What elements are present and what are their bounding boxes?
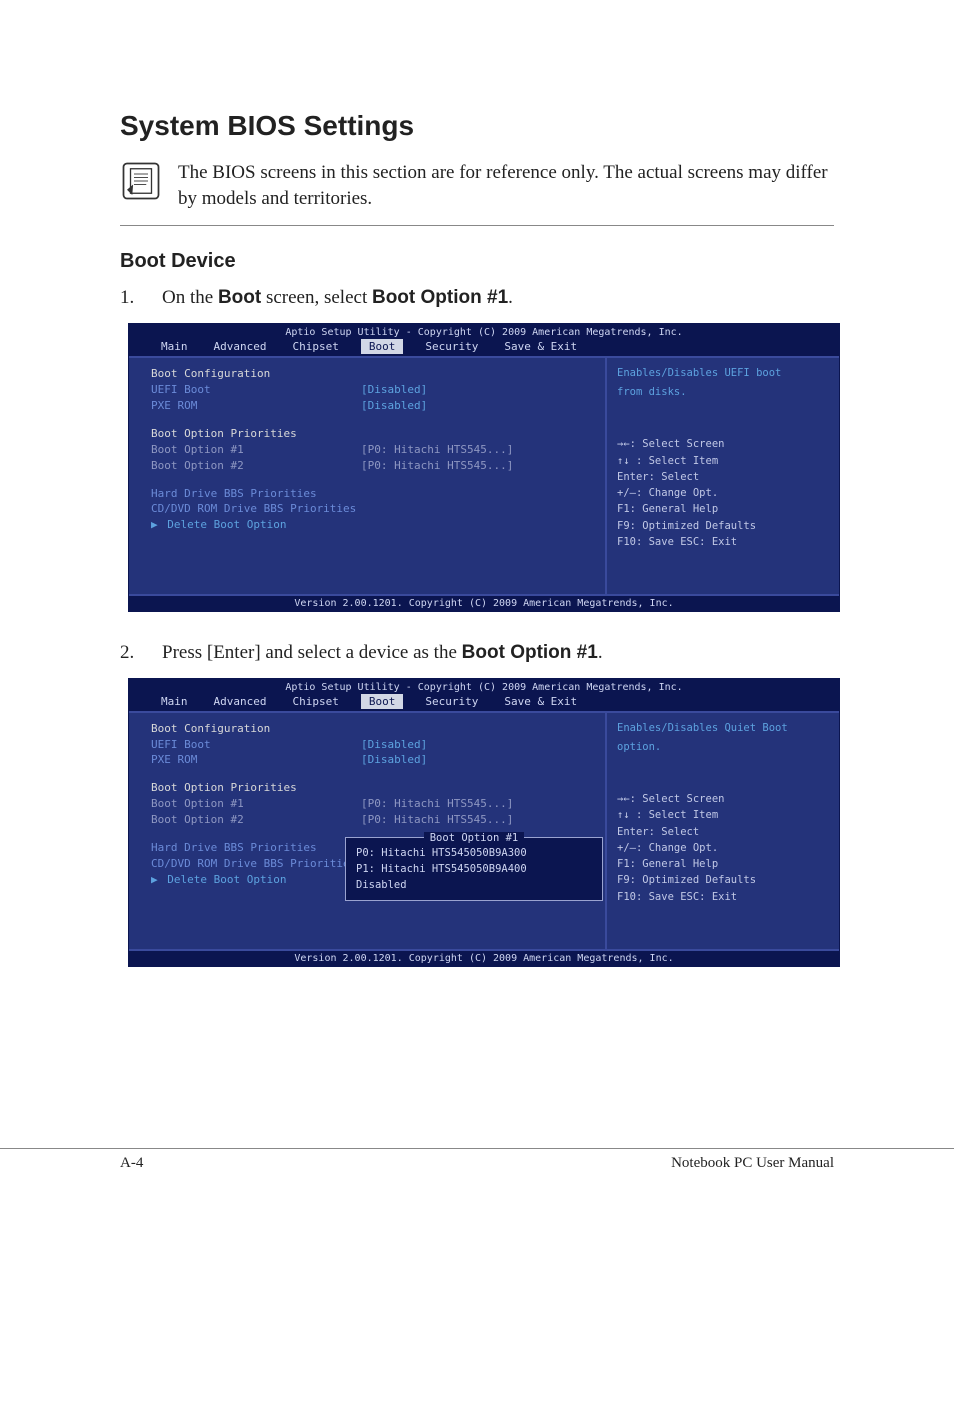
boot-priorities-heading: Boot Option Priorities (151, 780, 587, 796)
tab-advanced[interactable]: Advanced (210, 694, 271, 709)
bios-right-pane: Enables/Disables UEFI boot from disks. →… (605, 358, 839, 594)
delete-boot-option[interactable]: Delete Boot Option (167, 873, 286, 886)
page-footer-right: Notebook PC User Manual (671, 1155, 834, 1172)
tab-save-exit[interactable]: Save & Exit (500, 339, 581, 354)
popup-option-1[interactable]: P0: Hitachi HTS545050B9A300 (356, 846, 592, 862)
bios-header: Aptio Setup Utility - Copyright (C) 2009… (129, 679, 839, 694)
bios-left-pane: Boot Configuration UEFI Boot [Disabled] … (129, 713, 605, 949)
page-footer: A-4 Notebook PC User Manual (0, 1148, 954, 1172)
boot-option-2-label[interactable]: Boot Option #2 (151, 812, 361, 828)
nav-help: →←: Select Screen ↑↓ : Select Item Enter… (617, 791, 829, 905)
boot-option-2-value[interactable]: [P0: Hitachi HTS545...] (361, 458, 513, 474)
bios-header: Aptio Setup Utility - Copyright (C) 2009… (129, 324, 839, 339)
uefi-boot-label[interactable]: UEFI Boot (151, 737, 361, 753)
step-2: 2. Press [Enter] and select a device as … (120, 640, 834, 666)
nav-help: →←: Select Screen ↑↓ : Select Item Enter… (617, 436, 829, 550)
page-footer-left: A-4 (120, 1155, 143, 1172)
bios-left-pane: Boot Configuration UEFI Boot [Disabled] … (129, 358, 605, 594)
popup-option-disabled[interactable]: Disabled (356, 878, 592, 894)
bios-screenshot-2: Aptio Setup Utility - Copyright (C) 2009… (128, 678, 840, 967)
bios-right-pane: Enables/Disables Quiet Boot option. →←: … (605, 713, 839, 949)
help-line-2: option. (617, 740, 829, 755)
popup-option-2[interactable]: P1: Hitachi HTS545050B9A400 (356, 862, 592, 878)
section-title: Boot Device (120, 250, 834, 273)
boot-configuration-heading: Boot Configuration (151, 721, 587, 737)
cddvd-bbs-priorities[interactable]: CD/DVD ROM Drive BBS Priorities (151, 501, 587, 517)
uefi-boot-value[interactable]: [Disabled] (361, 382, 427, 398)
help-line-1: Enables/Disables UEFI boot (617, 366, 829, 381)
tab-boot[interactable]: Boot (361, 339, 404, 354)
tab-main[interactable]: Main (157, 694, 192, 709)
step-text: Press [Enter] and select a device as the… (162, 640, 603, 666)
bios-footer: Version 2.00.1201. Copyright (C) 2009 Am… (129, 594, 839, 611)
boot-option-2-value[interactable]: [P0: Hitachi HTS545...] (361, 812, 513, 828)
help-line-1: Enables/Disables Quiet Boot (617, 721, 829, 736)
pxe-rom-label[interactable]: PXE ROM (151, 398, 361, 414)
step-text: On the Boot screen, select Boot Option #… (162, 285, 513, 311)
step-number: 1. (120, 285, 138, 311)
note-icon (120, 160, 162, 202)
note-block: The BIOS screens in this section are for… (120, 160, 834, 226)
tab-advanced[interactable]: Advanced (210, 339, 271, 354)
tab-security[interactable]: Security (421, 694, 482, 709)
pxe-rom-value[interactable]: [Disabled] (361, 398, 427, 414)
tab-security[interactable]: Security (421, 339, 482, 354)
boot-option-1-value[interactable]: [P0: Hitachi HTS545...] (361, 442, 513, 458)
tab-chipset[interactable]: Chipset (288, 339, 342, 354)
step-number: 2. (120, 640, 138, 666)
tab-boot[interactable]: Boot (361, 694, 404, 709)
delete-boot-arrow-icon: ▶ (151, 873, 158, 886)
boot-option-1-label[interactable]: Boot Option #1 (151, 442, 361, 458)
help-line-2: from disks. (617, 385, 829, 400)
tab-chipset[interactable]: Chipset (288, 694, 342, 709)
delete-boot-arrow-icon: ▶ (151, 518, 158, 531)
tab-main[interactable]: Main (157, 339, 192, 354)
bios-footer: Version 2.00.1201. Copyright (C) 2009 Am… (129, 949, 839, 966)
uefi-boot-label[interactable]: UEFI Boot (151, 382, 361, 398)
bios-screenshot-1: Aptio Setup Utility - Copyright (C) 2009… (128, 323, 840, 612)
bios-tabs: Main Advanced Chipset Boot Security Save… (129, 339, 839, 356)
bios-tabs: Main Advanced Chipset Boot Security Save… (129, 694, 839, 711)
note-text: The BIOS screens in this section are for… (178, 160, 834, 211)
pxe-rom-label[interactable]: PXE ROM (151, 752, 361, 768)
boot-option-2-label[interactable]: Boot Option #2 (151, 458, 361, 474)
boot-option-popup[interactable]: Boot Option #1 P0: Hitachi HTS545050B9A3… (345, 837, 603, 901)
page-title: System BIOS Settings (120, 110, 834, 142)
step-1: 1. On the Boot screen, select Boot Optio… (120, 285, 834, 311)
popup-title: Boot Option #1 (356, 831, 592, 847)
pxe-rom-value[interactable]: [Disabled] (361, 752, 427, 768)
boot-option-1-value[interactable]: [P0: Hitachi HTS545...] (361, 796, 513, 812)
boot-configuration-heading: Boot Configuration (151, 366, 587, 382)
boot-priorities-heading: Boot Option Priorities (151, 426, 587, 442)
hdd-bbs-priorities[interactable]: Hard Drive BBS Priorities (151, 486, 587, 502)
delete-boot-option[interactable]: Delete Boot Option (167, 518, 286, 531)
tab-save-exit[interactable]: Save & Exit (500, 694, 581, 709)
boot-option-1-label[interactable]: Boot Option #1 (151, 796, 361, 812)
uefi-boot-value[interactable]: [Disabled] (361, 737, 427, 753)
